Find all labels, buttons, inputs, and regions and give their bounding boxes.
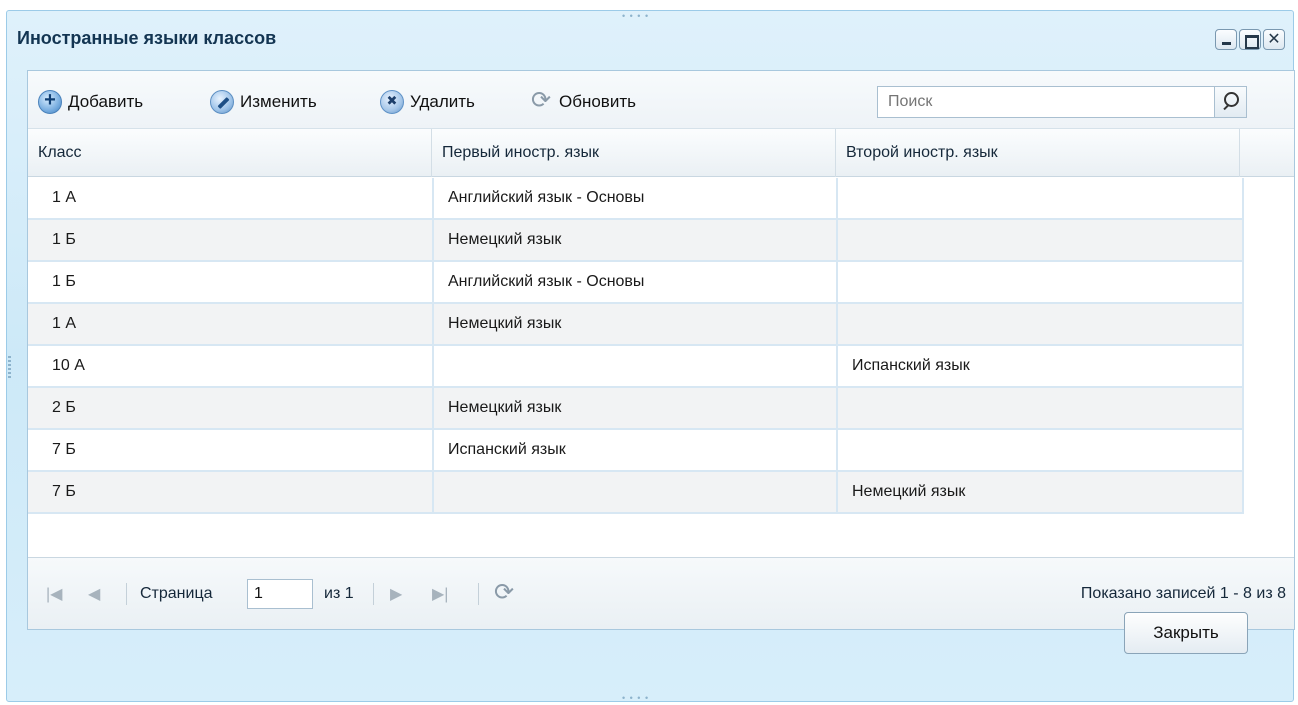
close-window-button[interactable]: ✕ [1263,29,1285,50]
refresh-label: Обновить [559,92,636,111]
delete-button[interactable]: Удалить [380,89,475,115]
table-row[interactable]: 10 А Испанский язык [28,346,1244,388]
previous-page-icon[interactable]: ◀ [88,584,100,604]
cell-second-language [838,430,1244,470]
column-header-first-language[interactable]: Первый иностр. язык [432,129,836,177]
table-row[interactable]: 7 Б Немецкий язык [28,472,1244,514]
next-page-icon[interactable]: ▶ [390,584,402,604]
resize-grip-top[interactable]: • • • • [622,11,649,21]
cell-first-language: Испанский язык [434,430,838,470]
cell-class: 7 Б [28,472,434,512]
pager-separator [478,583,479,605]
cell-second-language [838,304,1244,344]
table-row[interactable]: 1 А Английский язык - Основы [28,178,1244,220]
minimize-button[interactable] [1215,29,1237,50]
pencil-icon [210,90,234,114]
title-bar[interactable]: • • • • Иностранные языки классов ✕ [7,11,1293,59]
cell-first-language [434,472,838,512]
cell-second-language [838,388,1244,428]
edit-button[interactable]: Изменить [210,89,317,115]
cell-class: 1 А [28,178,434,218]
search-input[interactable] [878,87,1214,117]
cell-class: 1 А [28,304,434,344]
refresh-icon: ⟳ [530,87,552,114]
grid-panel: Добавить Изменить Удалить ⟳ Обновить Кла… [27,70,1295,630]
cell-second-language [838,220,1244,260]
cell-class: 7 Б [28,430,434,470]
cell-second-language: Испанский язык [838,346,1244,386]
table-row[interactable]: 2 Б Немецкий язык [28,388,1244,430]
maximize-button[interactable] [1239,29,1261,50]
delete-label: Удалить [410,92,475,111]
column-header-class[interactable]: Класс [28,129,432,177]
reload-icon[interactable]: ⟳ [494,578,514,607]
cell-second-language [838,178,1244,218]
refresh-button[interactable]: ⟳ Обновить [529,89,636,115]
first-page-icon[interactable]: |◀ [46,584,62,604]
cell-second-language [838,262,1244,302]
table-row[interactable]: 7 Б Испанский язык [28,430,1244,472]
table-row[interactable]: 1 А Немецкий язык [28,304,1244,346]
last-page-icon[interactable]: ▶| [432,584,448,604]
close-button[interactable]: Закрыть [1124,612,1248,654]
add-icon [38,89,62,114]
pager-separator [373,583,374,605]
add-button[interactable]: Добавить [38,89,143,115]
table-row[interactable]: 1 Б Немецкий язык [28,220,1244,262]
grid-body: 1 А Английский язык - Основы 1 Б Немецки… [28,178,1294,556]
add-label: Добавить [68,92,144,111]
window-controls: ✕ [1215,29,1285,50]
cell-first-language: Немецкий язык [434,220,838,260]
search-box [877,86,1247,118]
cell-first-language: Немецкий язык [434,304,838,344]
pager-separator [126,583,127,605]
cell-class: 10 А [28,346,434,386]
cell-first-language [434,346,838,386]
cell-first-language: Английский язык - Основы [434,178,838,218]
toolbar: Добавить Изменить Удалить ⟳ Обновить [28,71,1294,129]
cell-second-language: Немецкий язык [838,472,1244,512]
page-number-input[interactable] [247,579,313,609]
search-icon[interactable] [1214,87,1246,117]
resize-grip-bottom[interactable]: • • • • [622,693,649,703]
cell-first-language: Английский язык - Основы [434,262,838,302]
table-row[interactable]: 1 Б Английский язык - Основы [28,262,1244,304]
cell-class: 2 Б [28,388,434,428]
records-summary: Показано записей 1 - 8 из 8 [1080,585,1286,602]
window-title: Иностранные языки классов [17,28,277,48]
cell-class: 1 Б [28,220,434,260]
resize-grip-left[interactable] [8,356,11,380]
cell-first-language: Немецкий язык [434,388,838,428]
page-label: Страница [140,585,213,602]
pagination-bar: |◀ ◀ Страница из 1 ▶ ▶| ⟳ Показано запис… [28,557,1294,629]
grid-header: Класс Первый иностр. язык Второй иностр.… [28,129,1294,177]
page-count: из 1 [324,585,354,602]
cell-class: 1 Б [28,262,434,302]
column-header-second-language[interactable]: Второй иностр. язык [836,129,1240,177]
delete-icon [380,90,404,114]
edit-label: Изменить [240,92,317,111]
